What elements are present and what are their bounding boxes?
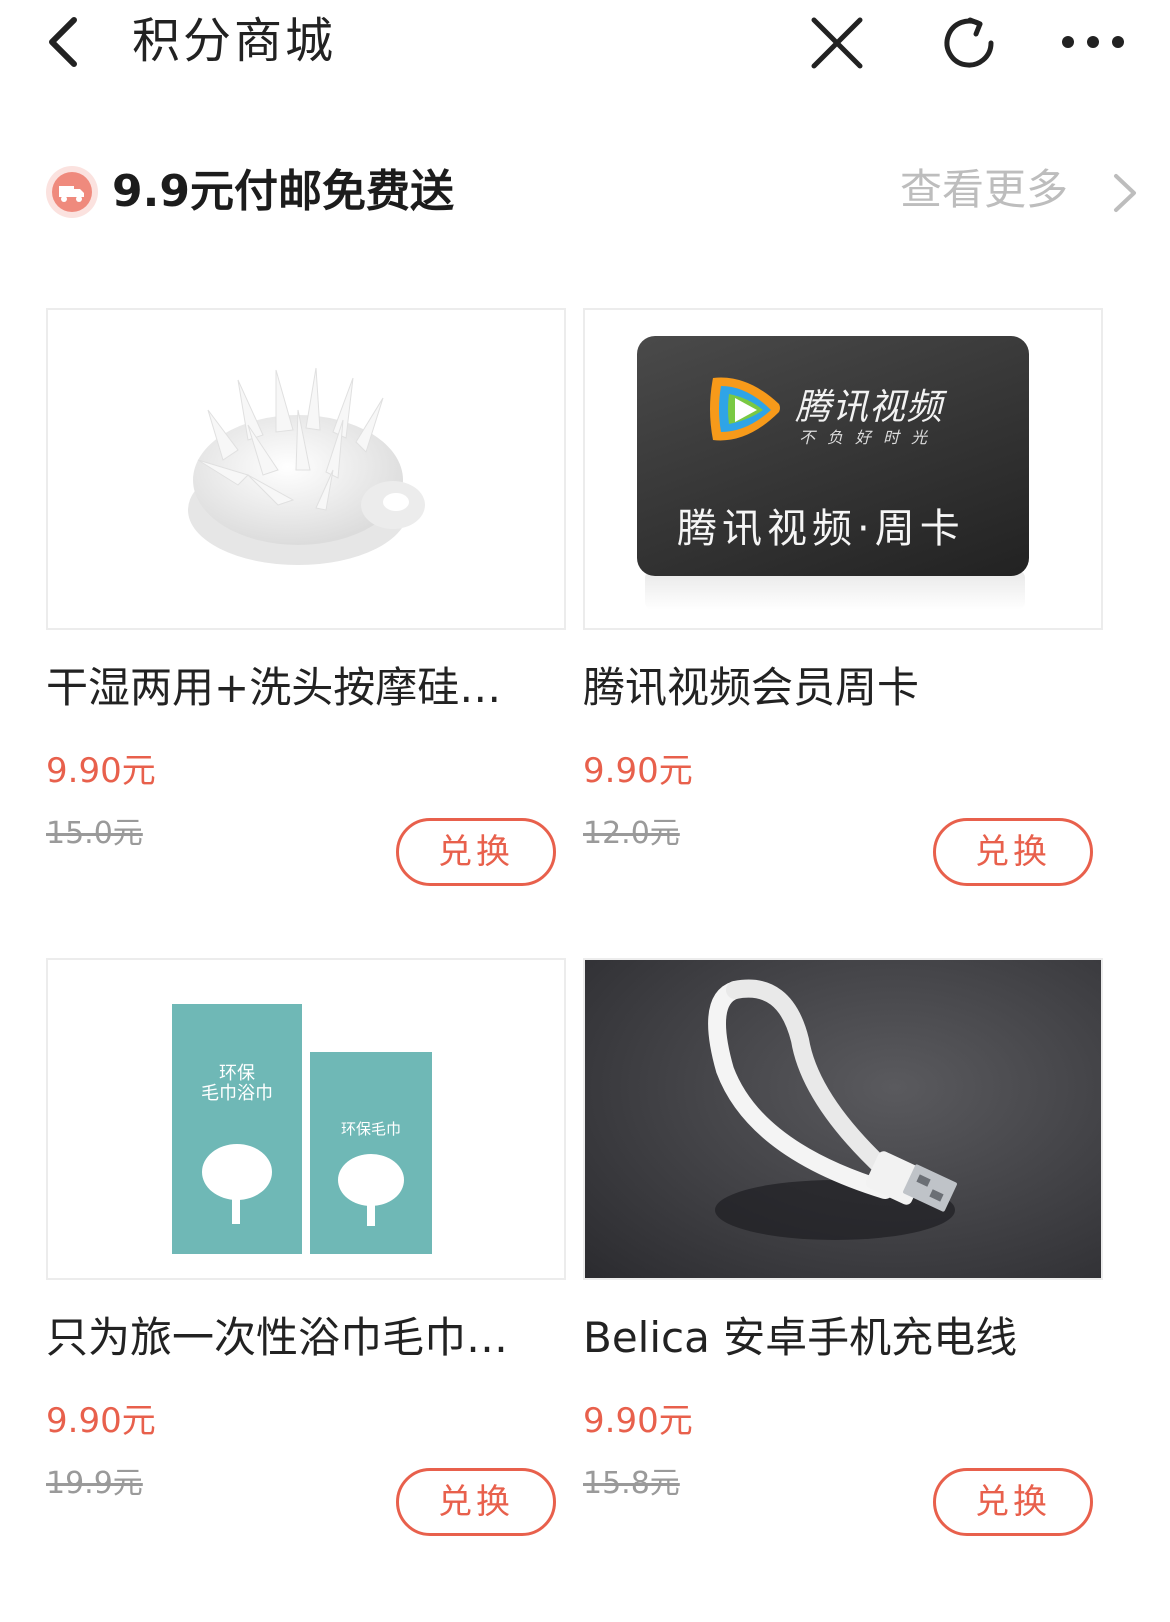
exchange-button[interactable]: 兑换 [396,818,556,886]
product-card[interactable]: 环保 毛巾浴巾 环保毛巾 只为旅一次性浴巾毛巾… 9.90元 19.9元 兑换 [46,958,566,1558]
towel-pack-small-image: 环保毛巾 [310,1052,432,1254]
product-name[interactable]: 腾讯视频会员周卡 [583,658,1103,718]
product-card[interactable]: 干湿两用+洗头按摩硅… 9.90元 15.0元 兑换 [46,308,566,908]
product-card[interactable]: Belica 安卓手机充电线 9.90元 15.8元 兑换 [583,958,1103,1558]
product-price: 9.90元 [46,1401,156,1441]
product-price: 9.90元 [46,751,156,791]
section-header: 9.9元付邮免费送 查看更多 [0,150,1170,240]
product-price: 9.90元 [583,751,693,791]
exchange-button[interactable]: 兑换 [933,818,1093,886]
truck-icon [46,166,98,218]
refresh-icon[interactable] [940,14,998,72]
more-icon[interactable] [1058,30,1128,54]
product-original-price: 15.0元 [46,816,143,851]
product-image[interactable]: 腾讯视频 不负好时光 腾讯视频·周卡 [583,308,1103,630]
back-icon[interactable] [40,12,90,72]
towel-pack-large-image: 环保 毛巾浴巾 [172,1004,302,1254]
close-icon[interactable] [808,14,866,72]
card-title-text: 腾讯视频·周卡 [677,506,965,552]
exchange-button[interactable]: 兑换 [933,1468,1093,1536]
charging-cable-image [708,979,957,1240]
product-original-price: 19.9元 [46,1466,143,1501]
product-original-price: 15.8元 [583,1466,680,1501]
product-original-price: 12.0元 [583,816,680,851]
product-image[interactable]: 环保 毛巾浴巾 环保毛巾 [46,958,566,1280]
card-brand-text: 腾讯视频 [795,387,944,428]
exchange-button[interactable]: 兑换 [396,1468,556,1536]
chevron-right-icon[interactable] [1110,170,1140,216]
section-title: 9.9元付邮免费送 [112,166,454,217]
product-name[interactable]: 只为旅一次性浴巾毛巾… [46,1308,566,1368]
tencent-video-logo-icon [710,377,780,441]
tencent-video-card-image: 腾讯视频 不负好时光 腾讯视频·周卡 [637,336,1029,576]
product-card[interactable]: 腾讯视频 不负好时光 腾讯视频·周卡 腾讯视频会员周卡 9.90元 12.0元 … [583,308,1103,908]
product-image[interactable] [46,308,566,630]
product-price: 9.90元 [583,1401,693,1441]
product-name[interactable]: 干湿两用+洗头按摩硅… [46,658,566,718]
view-more-link[interactable]: 查看更多 [900,160,1068,220]
top-bar: 积分商城 [0,0,1170,90]
product-image[interactable] [583,958,1103,1280]
page-title: 积分商城 [132,13,337,69]
scalp-massager-image [188,367,425,565]
card-slogan-text: 不负好时光 [799,428,940,447]
product-name[interactable]: Belica 安卓手机充电线 [583,1308,1103,1368]
